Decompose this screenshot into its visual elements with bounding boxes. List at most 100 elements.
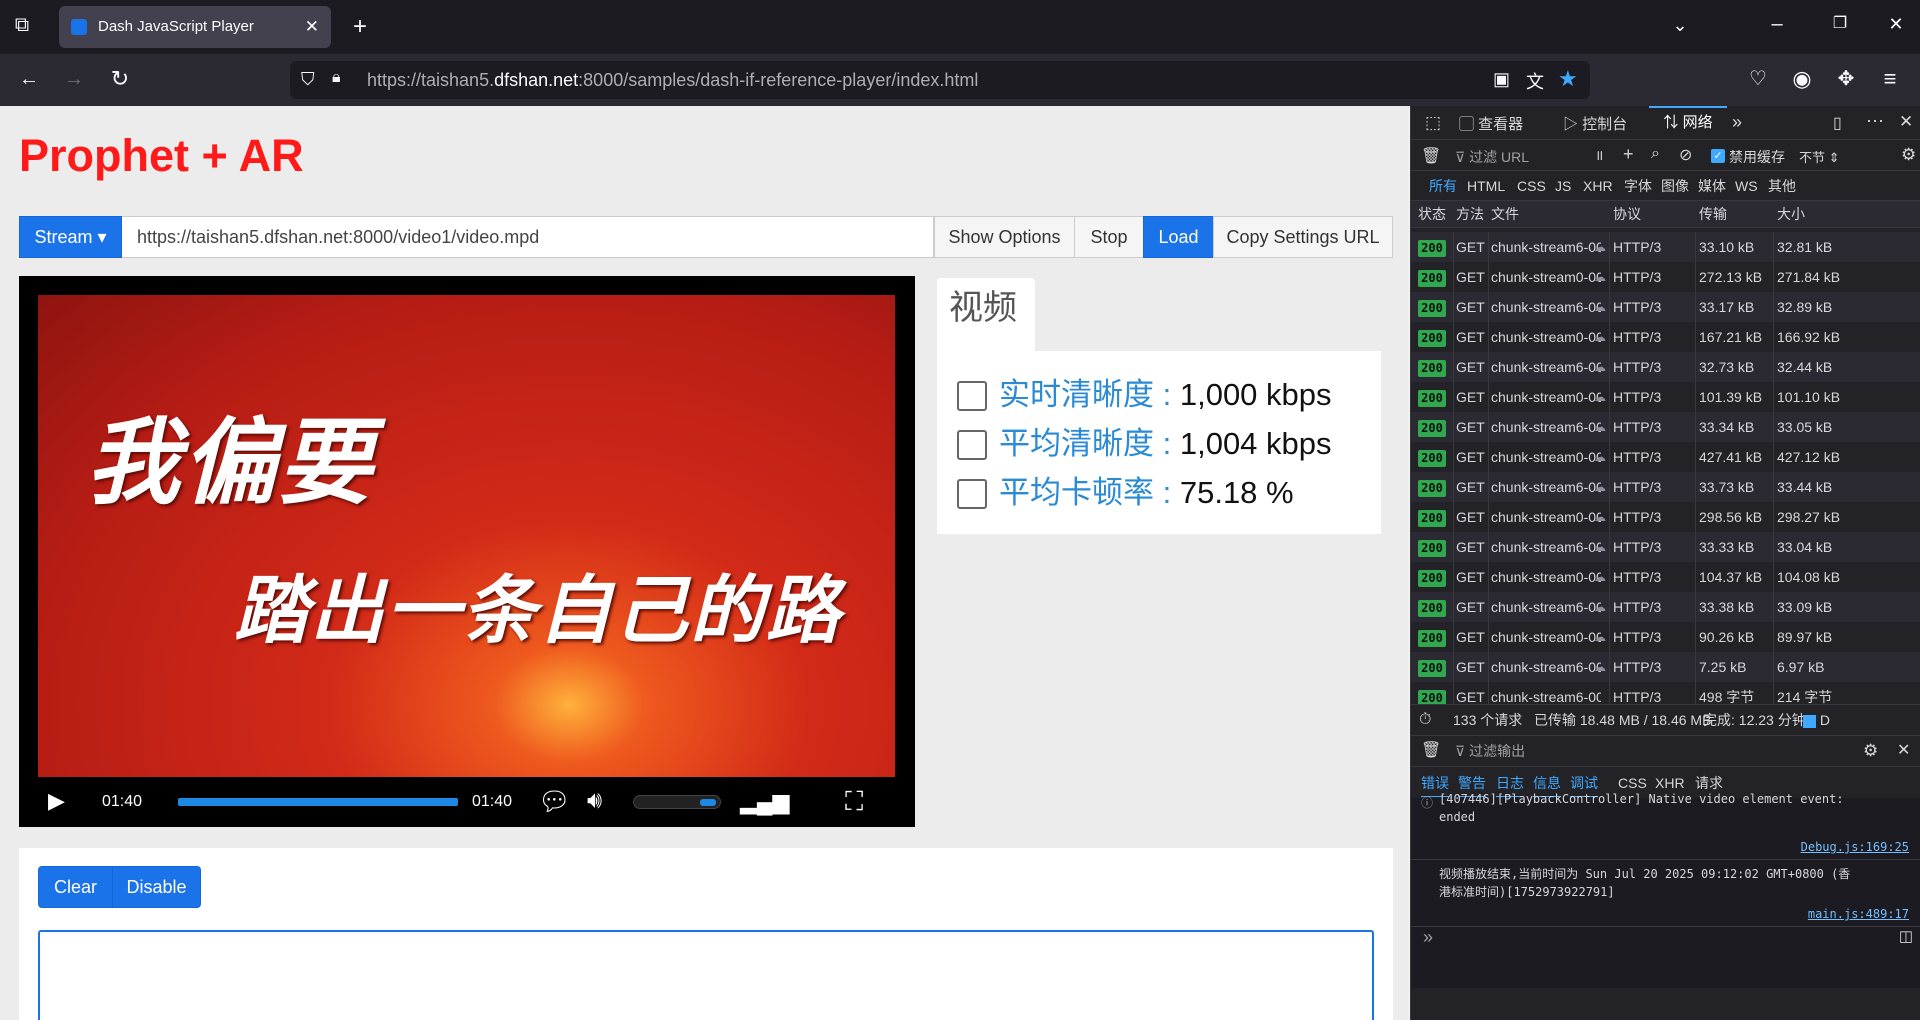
request-row[interactable]: 200 GET chunk-stream6-00 HTTP/3 33.34 kB 33.0… [1411, 412, 1920, 442]
request-row[interactable]: 200 GET chunk-stream6-00 HTTP/3 33.38 kB 33.0… [1411, 592, 1920, 622]
back-icon[interactable]: ← [17, 69, 41, 89]
volume-slider[interactable] [633, 795, 721, 809]
console-gear-icon[interactable]: ⚙ [1863, 736, 1878, 766]
disable-cache-checkbox[interactable]: ✓ [1711, 149, 1725, 163]
request-row[interactable]: 200 GET chunk-stream0-00 HTTP/3 101.39 kB 101… [1411, 382, 1920, 412]
seek-bar[interactable] [178, 798, 458, 806]
console-prompt[interactable]: » [1423, 928, 1433, 946]
stat-checkbox-average[interactable] [957, 430, 987, 460]
filter-css[interactable]: CSS [1517, 174, 1546, 198]
console-source-link[interactable]: Debug.js:169:25 [1801, 838, 1909, 856]
menu-icon[interactable]: ≡ [1878, 68, 1902, 90]
copy-settings-url-button[interactable]: Copy Settings URL [1213, 216, 1393, 258]
filter-all[interactable]: 所有 [1429, 174, 1457, 198]
filter-ws[interactable]: WS [1735, 174, 1758, 198]
column-method[interactable]: 方法 [1456, 201, 1484, 228]
active-tab[interactable]: Dash JavaScript Player ✕ [59, 6, 331, 48]
devtools-close-icon[interactable]: ✕ [1899, 112, 1913, 132]
show-options-button[interactable]: Show Options [934, 216, 1075, 258]
fullscreen-icon[interactable]: ⛶ [845, 787, 863, 815]
tab-list-icon[interactable]: ⧉ [10, 15, 34, 35]
column-size[interactable]: 大小 [1777, 201, 1805, 228]
video-player[interactable]: 我偏要 踏出一条自己的路 ▶ 01:40 01:40 💬︎ 🔊︎ ▂▄▆ ⛶ [19, 276, 915, 827]
add-icon[interactable]: + [1623, 144, 1634, 165]
stream-dropdown-button[interactable]: Stream ▾ [19, 216, 122, 258]
request-row[interactable]: 200 GET chunk-stream0-00 HTTP/3 90.26 kB 89.9… [1411, 622, 1920, 652]
tab-inspector[interactable]: ▢ 查看器 [1459, 113, 1523, 134]
split-console-icon[interactable]: ◫ [1899, 928, 1913, 946]
network-settings-gear-icon[interactable]: ⚙ [1901, 145, 1916, 165]
account-icon[interactable]: ◉ [1790, 68, 1814, 90]
filter-images[interactable]: 图像 [1661, 174, 1689, 198]
request-row[interactable]: 200 GET chunk-stream0-00 HTTP/3 298.56 kB 298… [1411, 502, 1920, 532]
column-status[interactable]: 状态 [1418, 201, 1446, 228]
play-icon[interactable]: ▶ [48, 788, 65, 814]
request-row[interactable]: 200 GET chunk-stream6-00 HTTP/3 33.33 kB 33.0… [1411, 532, 1920, 562]
filter-url-input[interactable]: ⊽ 过滤 URL [1455, 147, 1529, 167]
close-window-icon[interactable]: ✕ [1884, 15, 1908, 33]
manifest-url-input[interactable]: https://taishan5.dfshan.net:8000/video1/… [122, 216, 934, 258]
tab-video[interactable]: 视频 [937, 278, 1035, 356]
trash-icon[interactable]: 🗑︎ [1421, 146, 1441, 166]
request-row[interactable]: 200 GET chunk-stream0-00 HTTP/3 104.37 kB 104… [1411, 562, 1920, 592]
column-file[interactable]: 文件 [1491, 201, 1519, 228]
address-bar[interactable]: ⛉ 🔒︎ https://taishan5.dfshan.net:8000/sa… [290, 61, 1590, 99]
request-row[interactable]: 200 GET chunk-stream6-00 HTTP/3 33.17 kB 32.8… [1411, 292, 1920, 322]
console-close-icon[interactable]: ✕ [1897, 736, 1910, 766]
throttle-select[interactable]: 不节 ⇕ [1799, 147, 1840, 166]
clear-log-button[interactable]: Clear [38, 866, 113, 908]
stop-button[interactable]: Stop [1074, 216, 1144, 258]
request-row[interactable]: 200 GET chunk-stream6-00051 HTTP/3 498 字节 214… [1411, 682, 1920, 704]
console-filter-input[interactable]: ⊽ 过滤输出 [1455, 736, 1525, 766]
extensions-icon[interactable]: ✥ [1834, 69, 1858, 89]
block-icon[interactable]: ⊘ [1679, 145, 1692, 165]
responsive-mode-icon[interactable]: ▯ [1833, 113, 1842, 133]
log-textarea[interactable] [38, 930, 1374, 1020]
close-tab-icon[interactable]: ✕ [305, 17, 319, 37]
filter-html[interactable]: HTML [1467, 174, 1505, 198]
restore-icon[interactable]: ❐ [1828, 16, 1852, 32]
element-picker-icon[interactable]: ⬚ [1425, 113, 1441, 133]
filter-xhr[interactable]: XHR [1583, 174, 1613, 198]
quality-bars-icon[interactable]: ▂▄▆ [740, 789, 789, 815]
stat-checkbox-stall[interactable] [957, 479, 987, 509]
console-source-link[interactable]: main.js:489:17 [1808, 905, 1909, 923]
tab-console[interactable]: ▷ 控制台 [1563, 113, 1627, 134]
request-row[interactable]: 200 GET chunk-stream6-00 HTTP/3 33.73 kB 33.4… [1411, 472, 1920, 502]
pause-icon[interactable]: ॥ [1595, 146, 1603, 165]
lock-icon[interactable]: 🔒︎ [332, 69, 341, 87]
stat-checkbox-realtime[interactable] [957, 381, 987, 411]
new-tab-icon[interactable]: + [348, 15, 372, 39]
request-row[interactable]: 200 GET chunk-stream0-00 HTTP/3 272.13 kB 271… [1411, 262, 1920, 292]
forward-icon[interactable]: → [62, 69, 86, 89]
load-button[interactable]: Load [1143, 216, 1214, 258]
filter-other[interactable]: 其他 [1768, 174, 1796, 198]
column-protocol[interactable]: 协议 [1613, 201, 1641, 228]
disable-log-button[interactable]: Disable [112, 866, 201, 908]
translate-icon[interactable]: 文 [1526, 68, 1544, 94]
search-icon[interactable]: ⌕ [1651, 145, 1660, 163]
video-frame[interactable]: 我偏要 踏出一条自己的路 [38, 295, 895, 777]
bookmark-star-icon[interactable]: ★ [1558, 66, 1578, 92]
reload-icon[interactable]: ↻ [108, 68, 132, 90]
minimize-icon[interactable]: – [1765, 14, 1789, 34]
request-row[interactable]: 200 GET chunk-stream6-00 HTTP/3 7.25 kB 6.97 … [1411, 652, 1920, 682]
filter-fonts[interactable]: 字体 [1624, 174, 1652, 198]
devtools-options-icon[interactable]: ⋯ [1866, 111, 1884, 132]
filter-media[interactable]: 媒体 [1698, 174, 1726, 198]
volume-icon[interactable]: 🔊︎ [587, 787, 602, 815]
filter-js[interactable]: JS [1555, 174, 1571, 198]
pocket-icon[interactable]: ♡ [1746, 69, 1770, 89]
request-row[interactable]: 200 GET chunk-stream6-00 HTTP/3 32.73 kB 32.4… [1411, 352, 1920, 382]
list-all-tabs-icon[interactable]: ⌄ [1668, 16, 1692, 34]
column-transferred[interactable]: 传输 [1699, 201, 1727, 228]
picture-icon[interactable]: ▣ [1493, 69, 1510, 90]
request-row[interactable]: 200 GET chunk-stream0-00 HTTP/3 167.21 kB 166… [1411, 322, 1920, 352]
console-trash-icon[interactable]: 🗑︎ [1421, 736, 1441, 766]
tab-network[interactable]: ⇅ 网络 [1649, 106, 1727, 140]
shield-icon[interactable]: ⛉ [301, 69, 315, 90]
request-row[interactable]: 200 GET chunk-stream6-00 HTTP/3 33.10 kB 32.8… [1411, 232, 1920, 262]
more-tabs-icon[interactable]: » [1732, 112, 1742, 133]
captions-icon[interactable]: 💬︎ [538, 786, 571, 816]
request-row[interactable]: 200 GET chunk-stream0-00 HTTP/3 427.41 kB 427… [1411, 442, 1920, 472]
